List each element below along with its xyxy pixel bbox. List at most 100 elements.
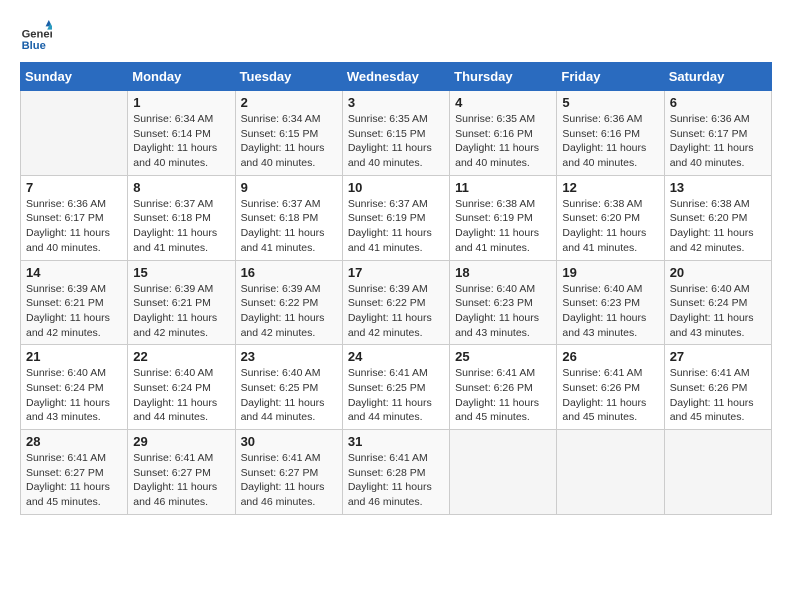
calendar-cell: 22 Sunrise: 6:40 AMSunset: 6:24 PMDayligh… [128, 345, 235, 430]
day-info: Sunrise: 6:36 AMSunset: 6:16 PMDaylight:… [562, 112, 658, 171]
day-info: Sunrise: 6:39 AMSunset: 6:21 PMDaylight:… [133, 282, 229, 341]
calendar-cell: 19 Sunrise: 6:40 AMSunset: 6:23 PMDayligh… [557, 260, 664, 345]
calendar-week-row: 7 Sunrise: 6:36 AMSunset: 6:17 PMDaylight… [21, 175, 772, 260]
day-number: 30 [241, 434, 337, 449]
calendar-cell: 17 Sunrise: 6:39 AMSunset: 6:22 PMDayligh… [342, 260, 449, 345]
day-number: 4 [455, 95, 551, 110]
day-number: 31 [348, 434, 444, 449]
calendar-cell: 27 Sunrise: 6:41 AMSunset: 6:26 PMDayligh… [664, 345, 771, 430]
day-info: Sunrise: 6:41 AMSunset: 6:27 PMDaylight:… [241, 451, 337, 510]
day-number: 26 [562, 349, 658, 364]
day-info: Sunrise: 6:35 AMSunset: 6:15 PMDaylight:… [348, 112, 444, 171]
day-info: Sunrise: 6:40 AMSunset: 6:25 PMDaylight:… [241, 366, 337, 425]
svg-text:General: General [22, 29, 52, 41]
day-number: 15 [133, 265, 229, 280]
day-number: 12 [562, 180, 658, 195]
calendar-week-row: 28 Sunrise: 6:41 AMSunset: 6:27 PMDayligh… [21, 430, 772, 515]
calendar-cell [450, 430, 557, 515]
day-info: Sunrise: 6:41 AMSunset: 6:27 PMDaylight:… [26, 451, 122, 510]
day-number: 10 [348, 180, 444, 195]
calendar-cell: 29 Sunrise: 6:41 AMSunset: 6:27 PMDayligh… [128, 430, 235, 515]
calendar-cell: 10Sunrise: 6:37 AMSunset: 6:19 PMDayligh… [342, 175, 449, 260]
day-info: Sunrise: 6:40 AMSunset: 6:24 PMDaylight:… [26, 366, 122, 425]
calendar-cell: 11Sunrise: 6:38 AMSunset: 6:19 PMDayligh… [450, 175, 557, 260]
day-info: Sunrise: 6:41 AMSunset: 6:27 PMDaylight:… [133, 451, 229, 510]
day-info: Sunrise: 6:37 AMSunset: 6:18 PMDaylight:… [241, 197, 337, 256]
day-number: 17 [348, 265, 444, 280]
day-number: 24 [348, 349, 444, 364]
day-number: 28 [26, 434, 122, 449]
day-number: 22 [133, 349, 229, 364]
day-number: 18 [455, 265, 551, 280]
day-of-week-header: Friday [557, 63, 664, 91]
calendar-cell: 15 Sunrise: 6:39 AMSunset: 6:21 PMDayligh… [128, 260, 235, 345]
day-info: Sunrise: 6:41 AMSunset: 6:25 PMDaylight:… [348, 366, 444, 425]
day-number: 27 [670, 349, 766, 364]
calendar-week-row: 21 Sunrise: 6:40 AMSunset: 6:24 PMDayligh… [21, 345, 772, 430]
calendar-cell: 8 Sunrise: 6:37 AMSunset: 6:18 PMDaylight… [128, 175, 235, 260]
day-number: 7 [26, 180, 122, 195]
calendar-cell: 28 Sunrise: 6:41 AMSunset: 6:27 PMDayligh… [21, 430, 128, 515]
svg-text:Blue: Blue [22, 40, 46, 52]
day-info: Sunrise: 6:41 AMSunset: 6:26 PMDaylight:… [670, 366, 766, 425]
calendar-cell: 20Sunrise: 6:40 AMSunset: 6:24 PMDayligh… [664, 260, 771, 345]
calendar-cell: 24 Sunrise: 6:41 AMSunset: 6:25 PMDayligh… [342, 345, 449, 430]
day-of-week-header: Thursday [450, 63, 557, 91]
calendar-cell: 6Sunrise: 6:36 AMSunset: 6:17 PMDaylight… [664, 91, 771, 176]
calendar-cell: 13Sunrise: 6:38 AMSunset: 6:20 PMDayligh… [664, 175, 771, 260]
calendar-cell: 7 Sunrise: 6:36 AMSunset: 6:17 PMDaylight… [21, 175, 128, 260]
calendar-cell: 31 Sunrise: 6:41 AMSunset: 6:28 PMDayligh… [342, 430, 449, 515]
calendar-cell: 26Sunrise: 6:41 AMSunset: 6:26 PMDayligh… [557, 345, 664, 430]
calendar-week-row: 1 Sunrise: 6:34 AMSunset: 6:14 PMDaylight… [21, 91, 772, 176]
day-info: Sunrise: 6:41 AMSunset: 6:26 PMDaylight:… [455, 366, 551, 425]
day-number: 2 [241, 95, 337, 110]
day-number: 19 [562, 265, 658, 280]
day-info: Sunrise: 6:39 AMSunset: 6:21 PMDaylight:… [26, 282, 122, 341]
calendar-cell: 4 Sunrise: 6:35 AMSunset: 6:16 PMDaylight… [450, 91, 557, 176]
calendar-cell: 3 Sunrise: 6:35 AMSunset: 6:15 PMDaylight… [342, 91, 449, 176]
day-number: 21 [26, 349, 122, 364]
page-header: General Blue [20, 20, 772, 52]
day-number: 20 [670, 265, 766, 280]
calendar-cell: 14Sunrise: 6:39 AMSunset: 6:21 PMDayligh… [21, 260, 128, 345]
calendar-cell: 9 Sunrise: 6:37 AMSunset: 6:18 PMDaylight… [235, 175, 342, 260]
calendar-cell: 2 Sunrise: 6:34 AMSunset: 6:15 PMDaylight… [235, 91, 342, 176]
calendar-cell [664, 430, 771, 515]
day-info: Sunrise: 6:34 AMSunset: 6:15 PMDaylight:… [241, 112, 337, 171]
day-info: Sunrise: 6:37 AMSunset: 6:18 PMDaylight:… [133, 197, 229, 256]
day-number: 16 [241, 265, 337, 280]
day-info: Sunrise: 6:40 AMSunset: 6:23 PMDaylight:… [562, 282, 658, 341]
calendar-cell: 12Sunrise: 6:38 AMSunset: 6:20 PMDayligh… [557, 175, 664, 260]
logo-icon: General Blue [20, 20, 52, 52]
day-number: 3 [348, 95, 444, 110]
day-info: Sunrise: 6:41 AMSunset: 6:28 PMDaylight:… [348, 451, 444, 510]
day-info: Sunrise: 6:40 AMSunset: 6:24 PMDaylight:… [133, 366, 229, 425]
calendar-cell [21, 91, 128, 176]
day-info: Sunrise: 6:36 AMSunset: 6:17 PMDaylight:… [670, 112, 766, 171]
day-info: Sunrise: 6:34 AMSunset: 6:14 PMDaylight:… [133, 112, 229, 171]
calendar-cell: 5 Sunrise: 6:36 AMSunset: 6:16 PMDaylight… [557, 91, 664, 176]
day-info: Sunrise: 6:39 AMSunset: 6:22 PMDaylight:… [241, 282, 337, 341]
day-info: Sunrise: 6:38 AMSunset: 6:19 PMDaylight:… [455, 197, 551, 256]
day-number: 25 [455, 349, 551, 364]
day-number: 8 [133, 180, 229, 195]
day-of-week-header: Tuesday [235, 63, 342, 91]
calendar-cell: 16 Sunrise: 6:39 AMSunset: 6:22 PMDayligh… [235, 260, 342, 345]
day-number: 9 [241, 180, 337, 195]
calendar-cell: 25 Sunrise: 6:41 AMSunset: 6:26 PMDayligh… [450, 345, 557, 430]
day-number: 29 [133, 434, 229, 449]
day-info: Sunrise: 6:39 AMSunset: 6:22 PMDaylight:… [348, 282, 444, 341]
day-of-week-header: Sunday [21, 63, 128, 91]
day-of-week-header: Saturday [664, 63, 771, 91]
calendar-header-row: SundayMondayTuesdayWednesdayThursdayFrid… [21, 63, 772, 91]
day-info: Sunrise: 6:36 AMSunset: 6:17 PMDaylight:… [26, 197, 122, 256]
day-info: Sunrise: 6:40 AMSunset: 6:23 PMDaylight:… [455, 282, 551, 341]
day-number: 5 [562, 95, 658, 110]
day-number: 13 [670, 180, 766, 195]
day-of-week-header: Monday [128, 63, 235, 91]
calendar-table: SundayMondayTuesdayWednesdayThursdayFrid… [20, 62, 772, 515]
calendar-cell [557, 430, 664, 515]
day-of-week-header: Wednesday [342, 63, 449, 91]
day-info: Sunrise: 6:35 AMSunset: 6:16 PMDaylight:… [455, 112, 551, 171]
day-number: 1 [133, 95, 229, 110]
